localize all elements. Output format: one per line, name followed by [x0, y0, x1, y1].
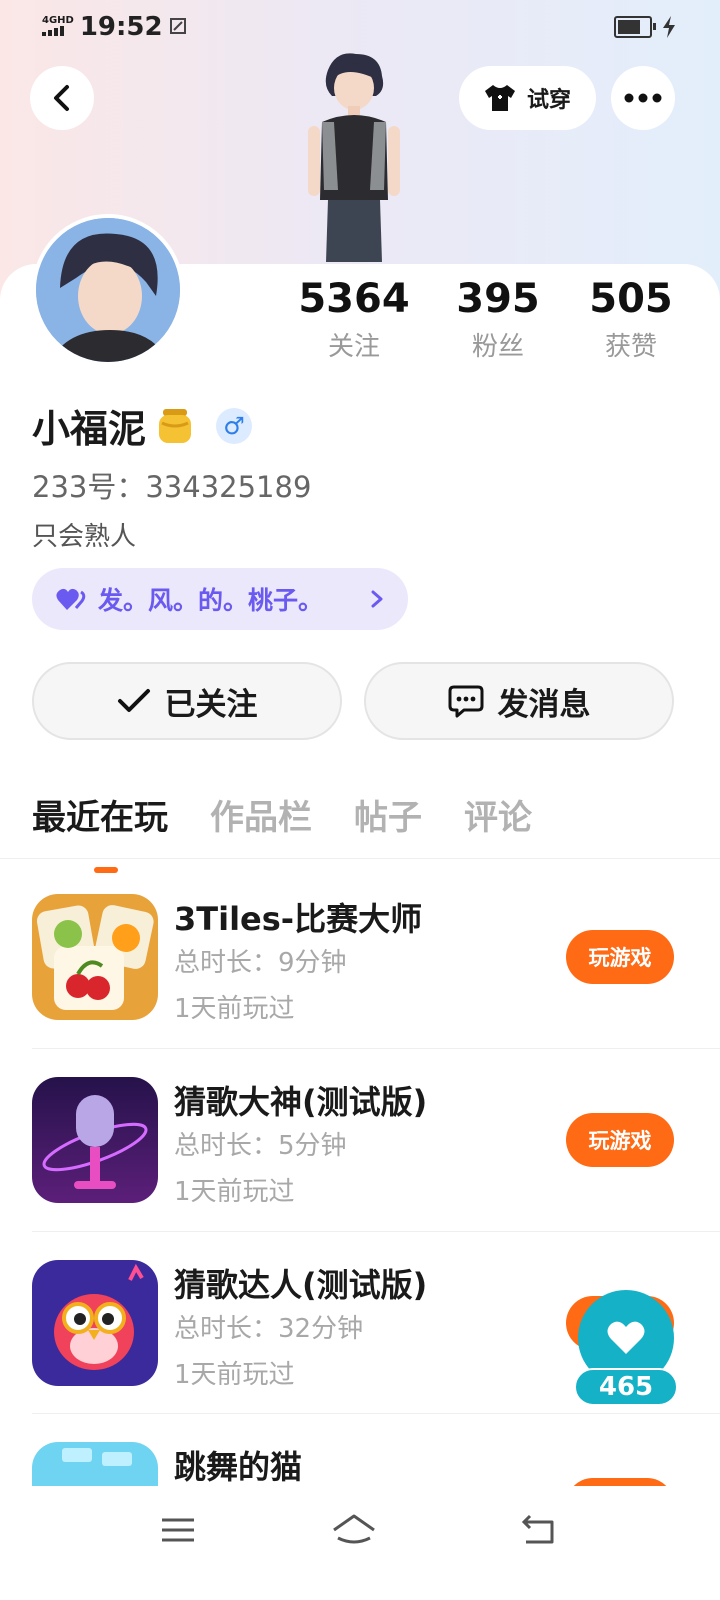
home-icon[interactable]: [330, 1510, 378, 1550]
double-heart-icon: [56, 588, 86, 610]
username: 小福泥: [32, 407, 147, 451]
tshirt-icon: [485, 85, 515, 111]
list-divider: [32, 1048, 720, 1049]
fan-club-tag[interactable]: 发。风。的。桃子。: [32, 568, 408, 630]
checkmark-icon: [117, 689, 150, 712]
stat-followers[interactable]: 395 粉丝: [428, 276, 568, 363]
battery-icon: [614, 16, 656, 38]
game-duration: 总时长：32分钟: [174, 1314, 364, 1344]
back-button[interactable]: [30, 66, 94, 130]
game-title: 跳舞的猫: [174, 1448, 303, 1486]
followed-button[interactable]: 已关注: [32, 662, 342, 740]
game-last-played: 1天前玩过: [174, 1177, 295, 1207]
tab-recently-played-label: 最近在玩: [32, 798, 168, 838]
game-icon-owl: [32, 1260, 158, 1386]
like-floating-button[interactable]: 465: [574, 1290, 678, 1408]
gender-male-icon: ♂: [216, 407, 253, 444]
chevron-right-icon: [371, 590, 383, 608]
followers-count: 395: [456, 276, 540, 322]
back-nav-icon[interactable]: [514, 1510, 562, 1550]
play-game-button[interactable]: [566, 1478, 674, 1486]
game-last-played: 1天前玩过: [174, 1360, 295, 1390]
game-title: 猜歌达人(测试版): [174, 1266, 428, 1304]
game-last-played: 1天前玩过: [174, 994, 295, 1024]
send-message-button[interactable]: 发消息: [364, 662, 674, 740]
tab-posts-label: 帖子: [354, 798, 422, 838]
tab-comments-label: 评论: [464, 798, 532, 838]
chat-bubble-icon: [448, 685, 483, 718]
tab-recently-played[interactable]: 最近在玩: [32, 790, 168, 873]
bio: 只会熟人: [32, 522, 137, 552]
tab-divider: [0, 858, 720, 859]
play-game-button[interactable]: 玩游戏: [566, 930, 674, 984]
game-icon-dancing-cat: [32, 1442, 158, 1486]
try-on-button[interactable]: 试穿: [459, 66, 596, 130]
list-divider: [32, 1231, 720, 1232]
stat-likes[interactable]: 505 获赞: [561, 276, 701, 363]
game-title: 3Tiles-比赛大师: [174, 900, 423, 938]
honey-jar-badge-icon: [159, 408, 192, 443]
game-icon-3tiles: [32, 894, 158, 1020]
send-message-label: 发消息: [497, 686, 591, 723]
fan-club-tag-label: 发。风。的。桃子。: [98, 586, 324, 615]
status-bar: 4GHD 19:52: [0, 0, 720, 56]
tab-comments[interactable]: 评论: [464, 790, 532, 839]
avatar-character-figure[interactable]: [288, 50, 418, 262]
avatar[interactable]: [32, 214, 184, 366]
likes-count: 505: [589, 276, 673, 322]
more-dots-icon: [624, 93, 662, 103]
user-id: 233号：334325189: [32, 470, 312, 504]
play-game-button[interactable]: 玩游戏: [566, 1113, 674, 1167]
active-tab-indicator: [94, 867, 118, 873]
likes-label: 获赞: [604, 332, 657, 362]
tab-works-label: 作品栏: [210, 798, 312, 838]
game-duration: 总时长：9分钟: [174, 948, 347, 978]
clock: 19:52: [79, 12, 163, 42]
network-indicator: 4GHD: [42, 14, 74, 39]
following-label: 关注: [327, 332, 380, 362]
menu-icon[interactable]: [154, 1510, 202, 1550]
screenshot-icon: [169, 18, 186, 34]
more-button[interactable]: [611, 66, 675, 130]
charging-icon: [663, 16, 675, 38]
username-row: 小福泥 ♂: [32, 398, 253, 453]
list-divider: [32, 1413, 720, 1414]
profile-tabs: 最近在玩 作品栏 帖子 评论: [32, 790, 532, 873]
system-nav-bar: [0, 1486, 720, 1600]
tab-works[interactable]: 作品栏: [210, 790, 312, 839]
game-title: 猜歌大神(测试版): [174, 1083, 428, 1121]
chevron-left-icon: [54, 85, 69, 111]
network-label: 4GHD: [42, 14, 74, 26]
game-duration: 总时长：5分钟: [174, 1131, 347, 1161]
followers-label: 粉丝: [471, 332, 524, 362]
try-on-label: 试穿: [527, 88, 572, 113]
signal-icon: [42, 25, 64, 36]
following-count: 5364: [298, 276, 410, 322]
followed-label: 已关注: [164, 686, 258, 723]
heart-icon: [607, 1321, 645, 1354]
game-icon-microphone: [32, 1077, 158, 1203]
like-count: 465: [574, 1368, 678, 1406]
stat-following[interactable]: 5364 关注: [284, 276, 424, 363]
game-item[interactable]: 跳舞的猫: [0, 1442, 720, 1486]
avatar-image: [36, 218, 180, 362]
tab-posts[interactable]: 帖子: [354, 790, 422, 839]
